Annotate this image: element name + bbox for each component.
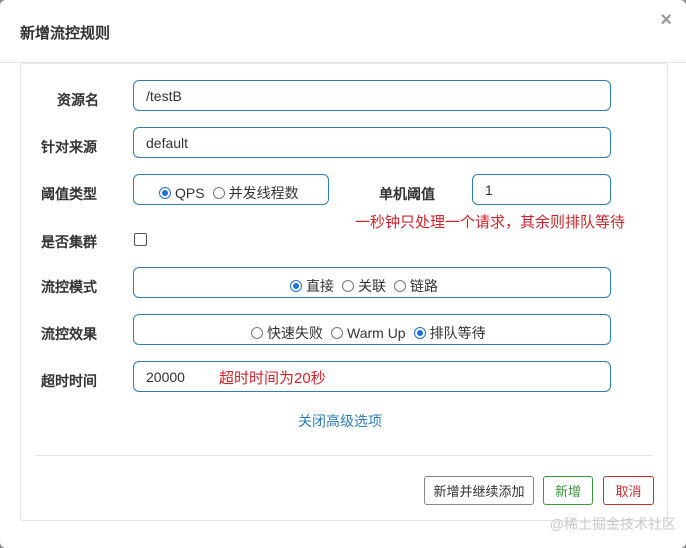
threshold-value: 1 (485, 182, 493, 198)
dialog-header: 新增流控规则 × (0, 0, 686, 63)
radio-unchecked-icon[interactable] (251, 327, 263, 339)
strategy-option-relate[interactable]: 关联 (342, 276, 386, 296)
strategy-group: 直接 关联 链路 (133, 267, 611, 298)
timeout-annotation: 超时时间为20秒 (219, 370, 326, 387)
dialog-title: 新增流控规则 (20, 25, 111, 42)
timeout-input[interactable]: 20000 (133, 361, 611, 392)
radio-checked-icon[interactable] (413, 327, 426, 339)
radio-unchecked-icon[interactable] (212, 187, 225, 199)
resource-name-input[interactable]: /testB (133, 80, 611, 111)
radio-unchecked-icon[interactable] (394, 280, 406, 292)
threshold-input[interactable]: 1 (472, 174, 611, 205)
strategy-option-chain[interactable]: 链路 (394, 276, 438, 296)
radio-checked-icon[interactable] (159, 187, 171, 199)
timeout-label: 超时时间 (41, 373, 97, 389)
timeout-value: 20000 (146, 369, 185, 385)
cluster-checkbox[interactable] (134, 233, 147, 246)
limit-app-input[interactable]: default (133, 127, 611, 158)
watermark: @稀土掘金技术社区 (549, 516, 676, 532)
cluster-label: 是否集群 (41, 234, 97, 250)
threshold-annotation: 一秒钟只处理一个请求，其余则排队等待 (355, 214, 626, 231)
threshold-label: 单机阈值 (379, 186, 435, 202)
threshold-type-option-qps[interactable]: QPS (159, 185, 205, 201)
behavior-option-fail-fast[interactable]: 快速失败 (251, 323, 323, 343)
threshold-type-group: QPS 并发线程数 (133, 174, 329, 205)
radio-checked-icon[interactable] (290, 280, 302, 292)
limit-app-label: 针对来源 (41, 139, 97, 155)
footer-divider (35, 455, 653, 456)
strategy-option-direct[interactable]: 直接 (290, 276, 334, 296)
add-button[interactable]: 新增 (543, 476, 593, 505)
close-icon[interactable]: × (660, 10, 672, 30)
cancel-button[interactable]: 取消 (603, 476, 654, 505)
form-panel: 资源名 /testB 针对来源 default 阈值类型 QPS 并发线程数 单… (20, 63, 668, 521)
threshold-type-option-threads[interactable]: 并发线程数 (212, 183, 299, 203)
add-and-continue-button[interactable]: 新增并继续添加 (424, 476, 534, 505)
advanced-options-toggle[interactable]: 关闭高级选项 (298, 411, 382, 431)
behavior-option-warm-up[interactable]: Warm Up (331, 325, 406, 341)
control-behavior-label: 流控效果 (41, 326, 97, 342)
control-behavior-group: 快速失败 Warm Up 排队等待 (133, 314, 611, 345)
limit-app-value: default (146, 135, 189, 151)
radio-unchecked-icon[interactable] (331, 327, 343, 339)
resource-name-label: 资源名 (57, 92, 99, 108)
resource-name-value: /testB (146, 88, 182, 104)
add-flow-rule-dialog: 新增流控规则 × 资源名 /testB 针对来源 default 阈值类型 QP… (0, 0, 686, 548)
strategy-label: 流控模式 (41, 279, 97, 295)
radio-unchecked-icon[interactable] (342, 280, 354, 292)
threshold-type-label: 阈值类型 (41, 186, 97, 202)
behavior-option-queue[interactable]: 排队等待 (413, 323, 486, 343)
